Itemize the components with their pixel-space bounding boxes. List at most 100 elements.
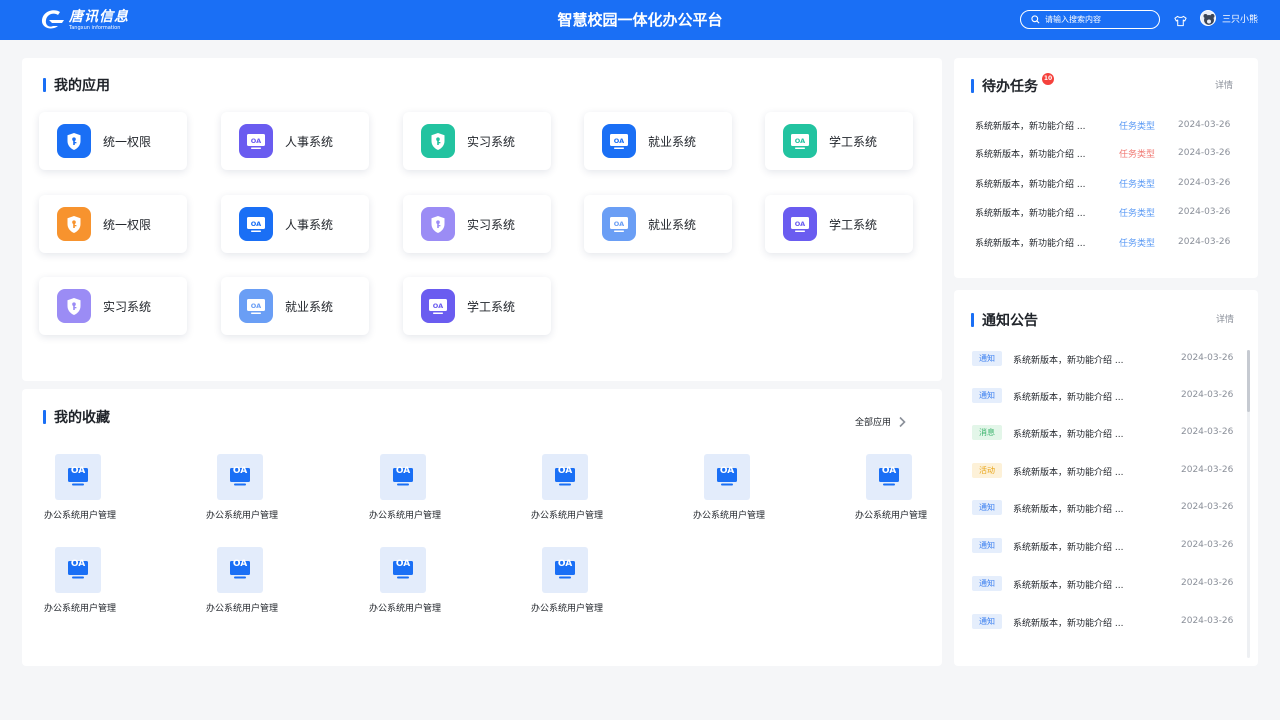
app-tile[interactable]: 实习系统 bbox=[39, 277, 187, 335]
bear-avatar-icon bbox=[1203, 14, 1215, 25]
oa-app-icon: OA bbox=[380, 454, 426, 500]
notice-date: 2024-03-26 bbox=[1181, 427, 1234, 437]
task-type: 任务类型 bbox=[1119, 179, 1156, 190]
notice-row[interactable]: 通知 系统新版本，新功能介绍 ... 2024-03-26 bbox=[972, 351, 1242, 367]
favorite-label: 办公系统用户管理 bbox=[43, 511, 116, 521]
favorite-item[interactable]: OA 办公系统用户管理 bbox=[366, 454, 466, 524]
oa-monitor-icon: OA bbox=[602, 124, 636, 158]
favorite-item[interactable]: OA 办公系统用户管理 bbox=[203, 454, 303, 524]
task-type: 任务类型 bbox=[1119, 238, 1156, 249]
task-type: 任务类型 bbox=[1119, 149, 1156, 160]
favorite-item[interactable]: OA 办公系统用户管理 bbox=[690, 454, 790, 524]
app-label: 人事系统 bbox=[285, 217, 334, 232]
task-title: 系统新版本，新功能介绍 ... bbox=[975, 121, 1086, 132]
oa-monitor-icon: OA bbox=[239, 207, 273, 241]
notice-row[interactable]: 通知 系统新版本，新功能介绍 ... 2024-03-26 bbox=[972, 388, 1242, 404]
oa-icon-text: OA bbox=[881, 466, 897, 476]
favorite-item[interactable]: OA 办公系统用户管理 bbox=[41, 454, 141, 524]
app-tile[interactable]: 统一权限 bbox=[39, 112, 187, 170]
notice-date: 2024-03-26 bbox=[1181, 578, 1234, 588]
favorite-label: 办公系统用户管理 bbox=[205, 511, 278, 521]
task-row[interactable]: 系统新版本，新功能介绍 ... 任务类型 2024-03-26 bbox=[975, 176, 1235, 190]
task-row[interactable]: 系统新版本，新功能介绍 ... 任务类型 2024-03-26 bbox=[975, 205, 1235, 219]
user-avatar[interactable] bbox=[1200, 10, 1216, 26]
favorite-item[interactable]: OA 办公系统用户管理 bbox=[528, 547, 628, 617]
notice-row[interactable]: 消息 系统新版本，新功能介绍 ... 2024-03-26 bbox=[972, 425, 1242, 441]
title-accent-bar bbox=[971, 79, 974, 93]
skin-theme-icon[interactable] bbox=[1174, 12, 1187, 31]
notices-title-text: 通知公告 bbox=[982, 313, 1038, 329]
oa-app-icon: OA bbox=[217, 454, 263, 500]
notice-date: 2024-03-26 bbox=[1181, 353, 1234, 363]
task-title: 系统新版本，新功能介绍 ... bbox=[975, 238, 1086, 249]
app-tile[interactable]: 统一权限 bbox=[39, 195, 187, 253]
shield-icon bbox=[57, 207, 91, 241]
search-icon bbox=[1031, 15, 1040, 24]
app-tile[interactable]: OA 就业系统 bbox=[221, 277, 369, 335]
notice-row[interactable]: 通知 系统新版本，新功能介绍 ... 2024-03-26 bbox=[972, 576, 1242, 592]
svg-text:OA: OA bbox=[795, 137, 805, 145]
task-title: 系统新版本，新功能介绍 ... bbox=[975, 149, 1086, 160]
title-accent-bar bbox=[971, 313, 974, 327]
notice-tag: 通知 bbox=[972, 500, 1002, 515]
task-row[interactable]: 系统新版本，新功能介绍 ... 任务类型 2024-03-26 bbox=[975, 146, 1235, 160]
favorite-item[interactable]: OA 办公系统用户管理 bbox=[366, 547, 466, 617]
shield-icon bbox=[421, 207, 455, 241]
favorite-item[interactable]: OA 办公系统用户管理 bbox=[203, 547, 303, 617]
notices-detail-link[interactable]: 详情 bbox=[1216, 312, 1234, 325]
todo-tasks-title-text: 待办任务 bbox=[982, 79, 1038, 95]
task-row[interactable]: 系统新版本，新功能介绍 ... 任务类型 2024-03-26 bbox=[975, 118, 1235, 132]
logo-mark-icon bbox=[40, 9, 66, 31]
app-tile[interactable]: OA 学工系统 bbox=[765, 195, 913, 253]
app-label: 实习系统 bbox=[467, 217, 516, 232]
app-tile[interactable]: OA 学工系统 bbox=[403, 277, 551, 335]
all-apps-link[interactable]: 全部应用 bbox=[855, 415, 907, 428]
notice-title: 系统新版本，新功能介绍 ... bbox=[1013, 356, 1124, 366]
app-label: 实习系统 bbox=[467, 134, 516, 149]
app-label: 就业系统 bbox=[285, 299, 334, 314]
oa-icon-text: OA bbox=[70, 466, 86, 476]
my-favorites-title-text: 我的收藏 bbox=[54, 410, 110, 426]
app-tile[interactable]: 实习系统 bbox=[403, 195, 551, 253]
search-input[interactable] bbox=[1045, 15, 1155, 24]
svg-text:OA: OA bbox=[433, 302, 443, 310]
app-tile[interactable]: OA 学工系统 bbox=[765, 112, 913, 170]
app-tile[interactable]: OA 就业系统 bbox=[584, 112, 732, 170]
notice-title: 系统新版本，新功能介绍 ... bbox=[1013, 393, 1124, 403]
app-tile[interactable]: 实习系统 bbox=[403, 112, 551, 170]
app-tile[interactable]: OA 人事系统 bbox=[221, 112, 369, 170]
favorite-item[interactable]: OA 办公系统用户管理 bbox=[852, 454, 952, 524]
my-apps-title: 我的应用 bbox=[43, 75, 110, 95]
task-row[interactable]: 系统新版本，新功能介绍 ... 任务类型 2024-03-26 bbox=[975, 235, 1235, 249]
oa-icon-text: OA bbox=[395, 559, 411, 569]
app-tile[interactable]: OA 人事系统 bbox=[221, 195, 369, 253]
notice-tag: 消息 bbox=[972, 425, 1002, 440]
notice-scrollbar-thumb[interactable] bbox=[1247, 350, 1250, 412]
shield-icon bbox=[57, 289, 91, 323]
oa-icon-text: OA bbox=[395, 466, 411, 476]
oa-app-icon: OA bbox=[380, 547, 426, 593]
oa-monitor-icon: OA bbox=[421, 289, 455, 323]
app-tile[interactable]: OA 就业系统 bbox=[584, 195, 732, 253]
oa-app-icon: OA bbox=[55, 454, 101, 500]
notice-title: 系统新版本，新功能介绍 ... bbox=[1013, 430, 1124, 440]
user-name[interactable]: 三只小熊 bbox=[1222, 12, 1258, 25]
search-box[interactable] bbox=[1020, 10, 1160, 29]
notice-date: 2024-03-26 bbox=[1181, 502, 1234, 512]
notice-row[interactable]: 通知 系统新版本，新功能介绍 ... 2024-03-26 bbox=[972, 614, 1242, 630]
notice-row[interactable]: 活动 系统新版本，新功能介绍 ... 2024-03-26 bbox=[972, 463, 1242, 479]
favorite-item[interactable]: OA 办公系统用户管理 bbox=[528, 454, 628, 524]
favorite-label: 办公系统用户管理 bbox=[368, 511, 441, 521]
notice-row[interactable]: 通知 系统新版本，新功能介绍 ... 2024-03-26 bbox=[972, 538, 1242, 554]
title-accent-bar bbox=[43, 78, 46, 92]
company-logo[interactable]: 唐讯信息 Tangxun information bbox=[40, 9, 129, 31]
task-type: 任务类型 bbox=[1119, 121, 1156, 132]
notice-scrollbar[interactable] bbox=[1247, 350, 1250, 658]
notice-row[interactable]: 通知 系统新版本，新功能介绍 ... 2024-03-26 bbox=[972, 500, 1242, 516]
notice-tag: 活动 bbox=[972, 463, 1002, 478]
favorite-item[interactable]: OA 办公系统用户管理 bbox=[41, 547, 141, 617]
tasks-detail-link[interactable]: 详情 bbox=[1215, 78, 1233, 91]
app-label: 学工系统 bbox=[829, 217, 878, 232]
todo-tasks-title: 待办任务 bbox=[971, 76, 1038, 96]
favorite-label: 办公系统用户管理 bbox=[530, 511, 603, 521]
